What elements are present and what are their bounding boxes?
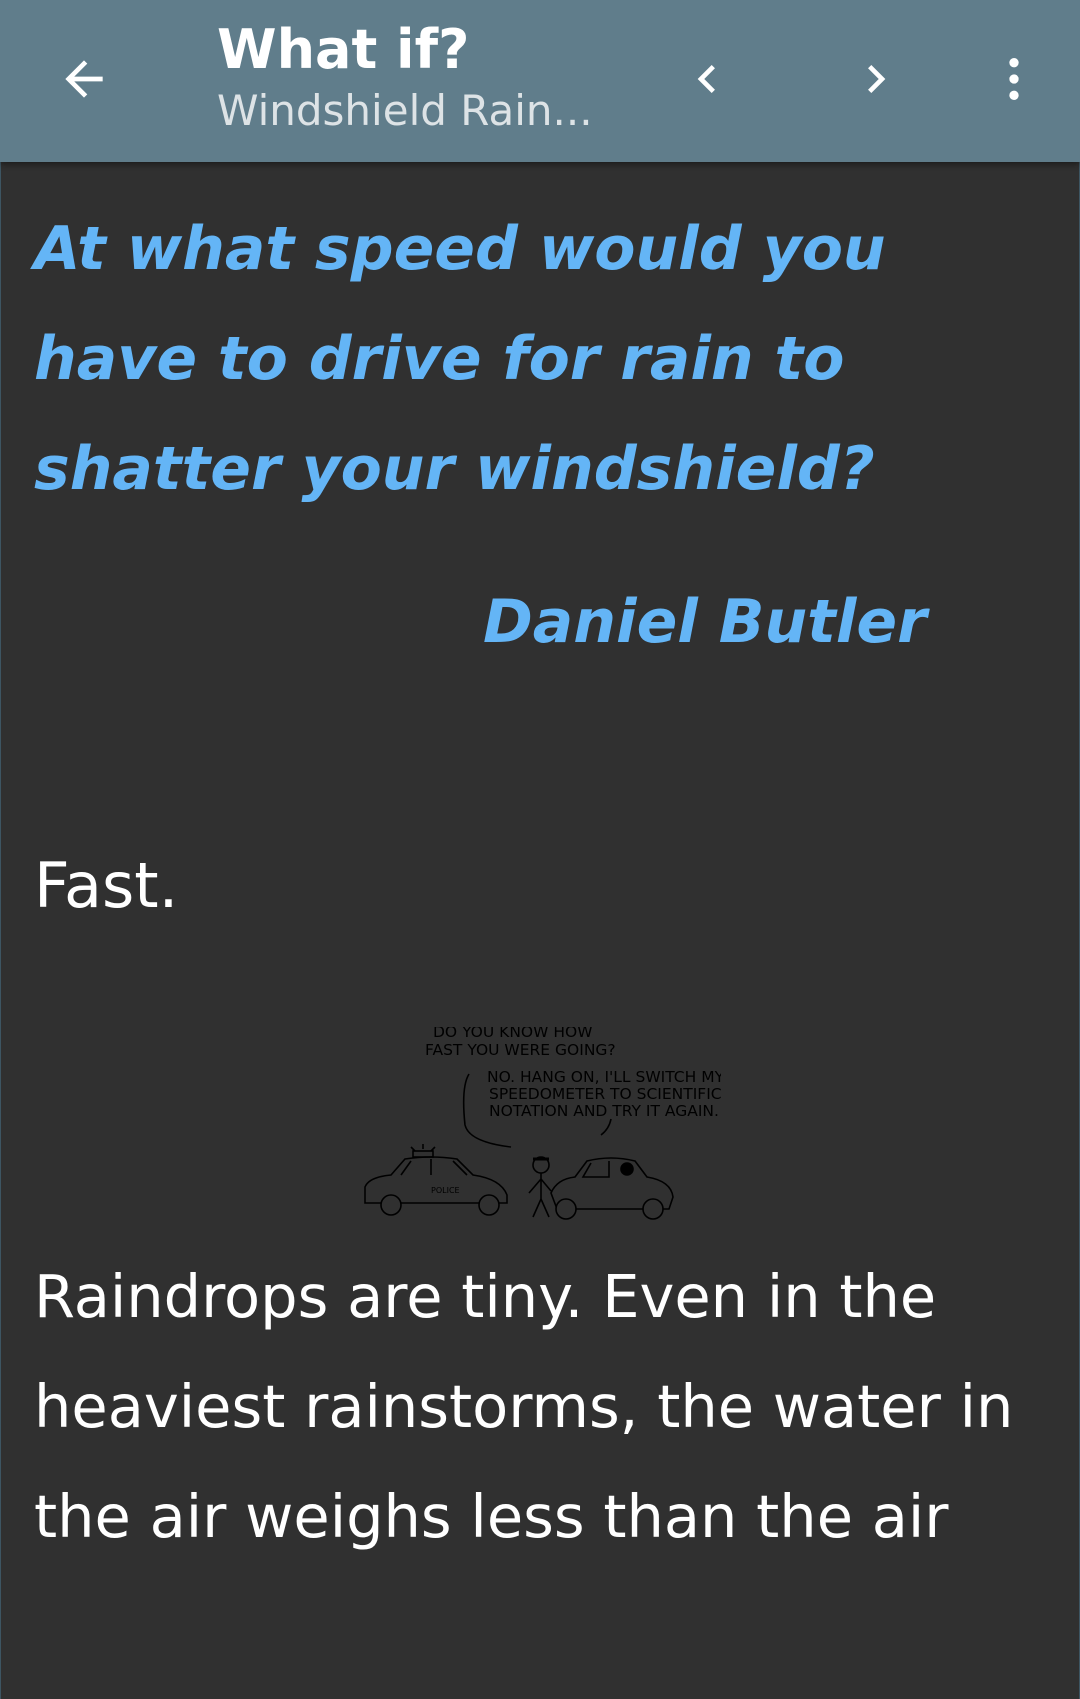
next-article-button[interactable] (826, 29, 926, 129)
app-bar: What if? Windshield Rain... (0, 0, 1080, 162)
chevron-left-icon (697, 65, 715, 93)
comic-speech-line: NOTATION AND TRY IT AGAIN. (489, 1102, 719, 1120)
arrow-left-icon (65, 60, 103, 98)
driver-car (550, 1157, 674, 1220)
question-asker: Daniel Butler (483, 587, 927, 657)
stick-figure (528, 1156, 552, 1218)
previous-article-button[interactable] (657, 29, 757, 129)
comic-speech-line: SPEEDOMETER TO SCIENTIFIC (489, 1085, 721, 1103)
article-content[interactable]: At what speed would you have to drive fo… (0, 162, 1080, 1699)
back-button[interactable] (34, 29, 134, 129)
comic-illustration: DO YOU KNOW HOW FAST YOU WERE GOING? NO.… (364, 1027, 721, 1220)
article-subtitle: Windshield Rain... (217, 86, 593, 135)
comic-speech-line: FAST YOU WERE GOING? (425, 1041, 616, 1059)
police-car-label: POLICE (431, 1186, 460, 1195)
comic-speech-line: DO YOU KNOW HOW (433, 1027, 593, 1041)
chevron-right-icon (868, 65, 886, 93)
app-title: What if? (217, 18, 470, 81)
article-paragraph: Raindrops are tiny. Even in the heaviest… (34, 1262, 1014, 1551)
title-block: What if? Windshield Rain... (217, 18, 617, 140)
more-vertical-icon (1009, 58, 1019, 100)
answer-intro: Fast. (34, 849, 179, 922)
police-car: POLICE (364, 1144, 508, 1216)
article-question: At what speed would you have to drive fo… (34, 214, 886, 504)
comic-speech-line: NO. HANG ON, I'LL SWITCH MY (487, 1068, 721, 1086)
overflow-menu-button[interactable] (964, 29, 1064, 129)
